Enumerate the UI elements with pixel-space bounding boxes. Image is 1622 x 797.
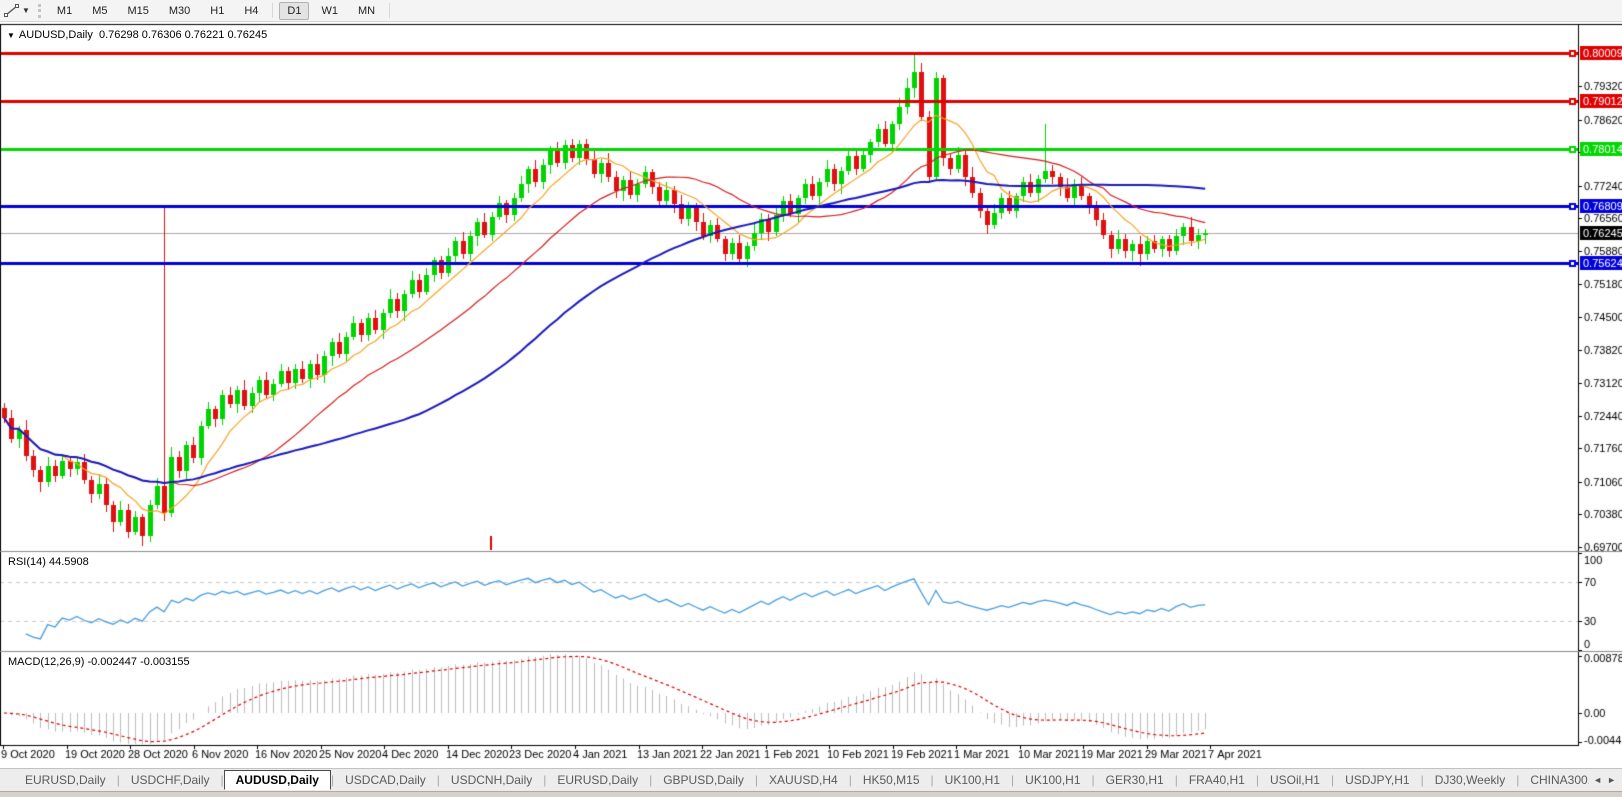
chart-tab-hk50-m15[interactable]: HK50,M15 [852, 770, 931, 790]
chart-tab-gbpusd-daily[interactable]: GBPUSD,Daily [652, 770, 755, 790]
chart-tab-fra40-h1[interactable]: FRA40,H1 [1178, 770, 1256, 790]
chart-tab-usdcad-daily[interactable]: USDCAD,Daily [334, 770, 437, 790]
timeframe-button-d1[interactable]: D1 [279, 2, 309, 20]
rsi-label: RSI(14) 44.5908 [8, 556, 89, 568]
timeframe-button-h4[interactable]: H4 [236, 2, 266, 20]
price-chart-canvas[interactable] [0, 0, 1622, 797]
chart-tab-bar: EURUSD,Daily|USDCHF,Daily|AUDUSD,Daily|U… [0, 762, 1622, 797]
dropdown-caret-icon[interactable]: ▼ [22, 6, 30, 15]
tab-scroll-arrows: ◄► [1589, 769, 1620, 791]
toolbar-separator [389, 3, 390, 18]
timeframe-button-h1[interactable]: H1 [202, 2, 232, 20]
toolbar-separator [272, 3, 273, 18]
timeframe-button-m30[interactable]: M30 [161, 2, 198, 20]
timeframe-button-mn[interactable]: MN [350, 2, 383, 20]
collapse-triangle-icon[interactable]: ▼ [7, 31, 15, 40]
tabs-row: EURUSD,Daily|USDCHF,Daily|AUDUSD,Daily|U… [0, 768, 1622, 791]
mt4-terminal: ▼ M1M5M15 M30H1H4 D1W1MN ▼ AUDUSD,Daily 0.7… [0, 0, 1622, 797]
chart-tab-uk100-h1[interactable]: UK100,H1 [1014, 770, 1091, 790]
timeframe-button-w1[interactable]: W1 [313, 2, 346, 20]
chart-tab-xauusd-h4[interactable]: XAUUSD,H4 [758, 770, 849, 790]
timeframe-button-m15[interactable]: M15 [119, 2, 156, 20]
chart-tab-usdjpy-h1[interactable]: USDJPY,H1 [1334, 770, 1420, 790]
timeframe-toolbar: ▼ M1M5M15 M30H1H4 D1W1MN [0, 0, 1622, 22]
chart-tab-audusd-daily[interactable]: AUDUSD,Daily [224, 770, 331, 790]
trendline-tool-icon[interactable] [4, 4, 20, 18]
tab-scroll-right-icon[interactable]: ► [1607, 775, 1616, 785]
chart-tab-usdcnh-daily[interactable]: USDCNH,Daily [440, 770, 543, 790]
chart-tab-usoil-h1[interactable]: USOil,H1 [1259, 770, 1331, 790]
tabbar-bottom-strip [0, 791, 1622, 797]
chart-tab-ger30-h1[interactable]: GER30,H1 [1095, 770, 1175, 790]
macd-label: MACD(12,26,9) -0.002447 -0.003155 [8, 656, 190, 668]
chart-tab-uk100-h1[interactable]: UK100,H1 [934, 770, 1011, 790]
chart-tab-dj30-weekly[interactable]: DJ30,Weekly [1424, 770, 1516, 790]
tab-scroll-left-icon[interactable]: ◄ [1593, 775, 1602, 785]
symbol-ohlc-text: AUDUSD,Daily 0.76298 0.76306 0.76221 0.7… [19, 29, 267, 41]
toolbar-drag-grip[interactable] [38, 4, 41, 18]
timeframe-button-m5[interactable]: M5 [84, 2, 115, 20]
timeframe-button-m1[interactable]: M1 [49, 2, 80, 20]
chart-tab-eurusd-daily[interactable]: EURUSD,Daily [546, 770, 649, 790]
chart-tab-usdchf-daily[interactable]: USDCHF,Daily [120, 770, 221, 790]
chart-title: ▼ AUDUSD,Daily 0.76298 0.76306 0.76221 0.… [7, 29, 267, 41]
line-tool-group[interactable]: ▼ [0, 4, 34, 18]
chart-tab-eurusd-daily[interactable]: EURUSD,Daily [14, 770, 117, 790]
